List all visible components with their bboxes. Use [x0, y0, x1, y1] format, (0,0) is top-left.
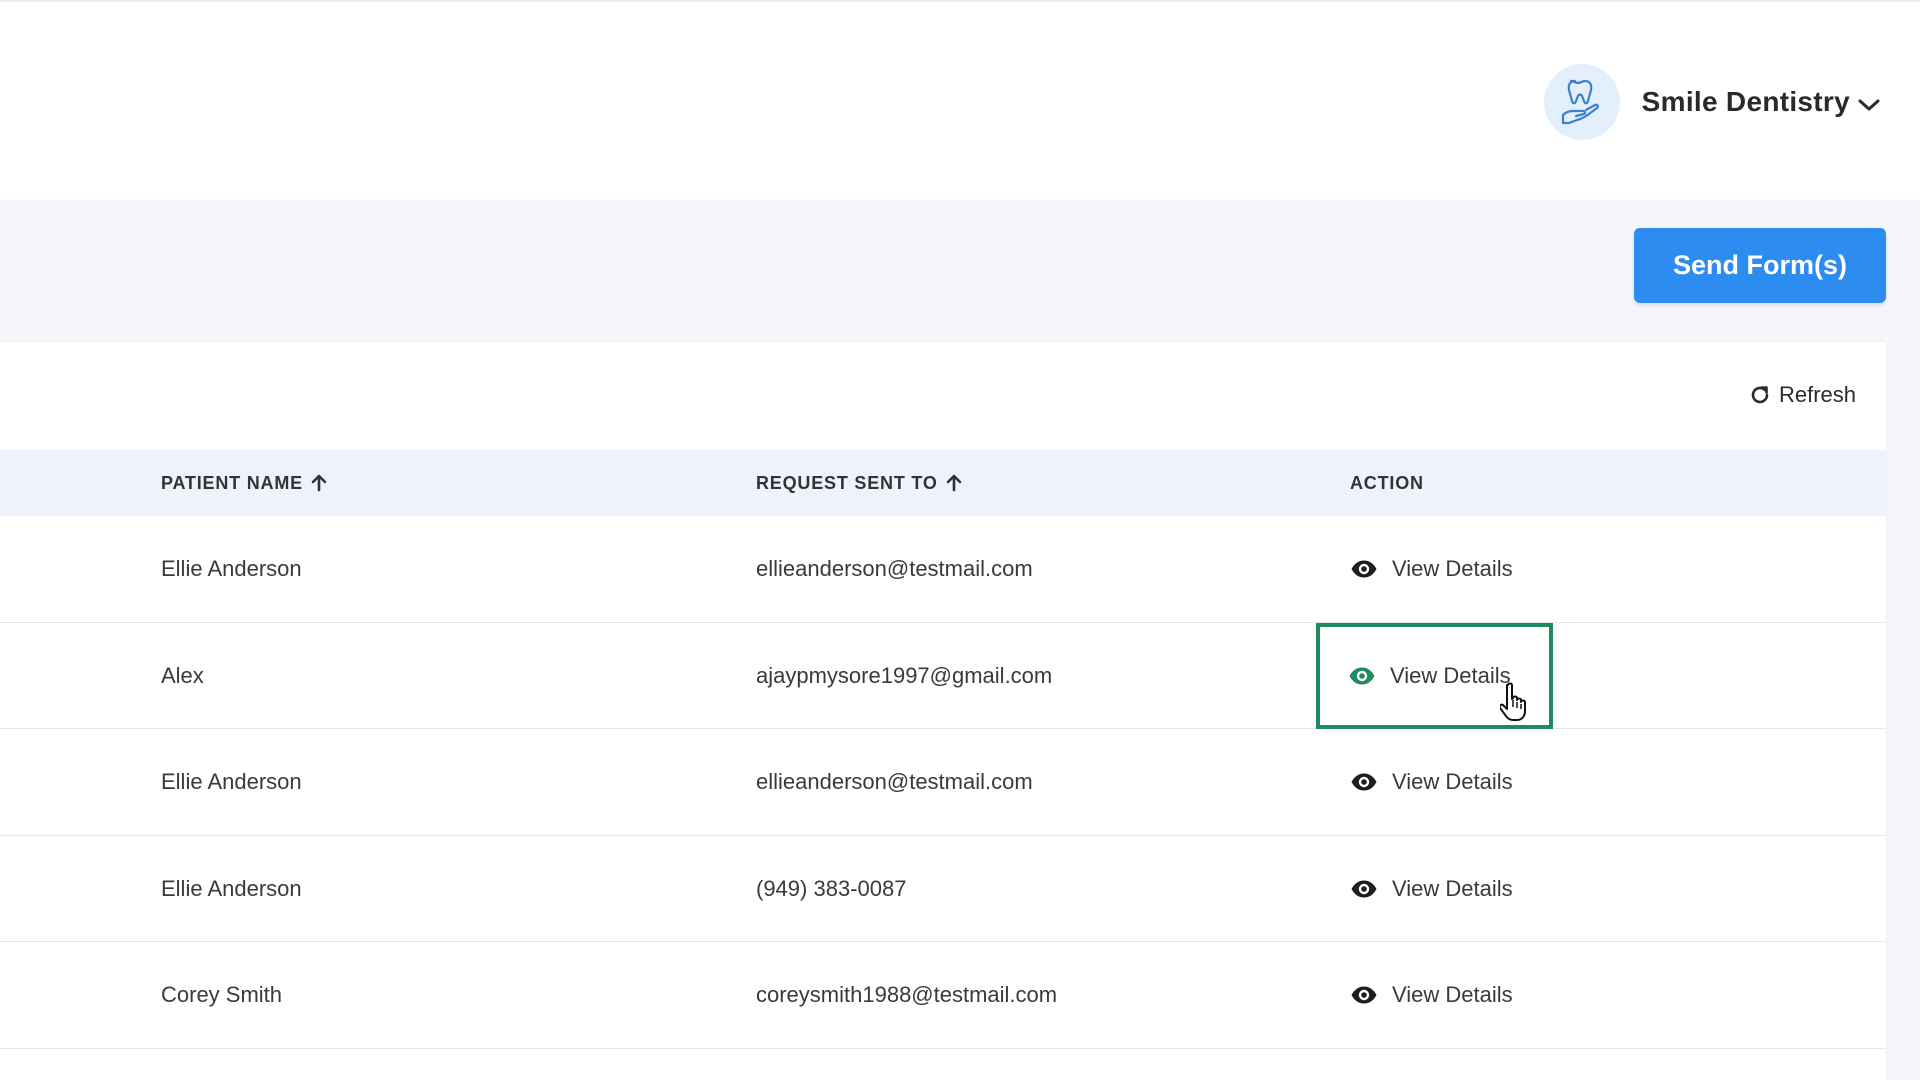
- view-details-label: View Details: [1390, 662, 1511, 688]
- action-cell: View Details: [1350, 942, 1513, 1048]
- table-row: Ellie Anderson ellieanderson@testmail.co…: [0, 729, 1886, 836]
- table-row: Ellie Anderson ellieanderson@testmail.co…: [0, 516, 1886, 623]
- patient-name-cell: Ellie Anderson: [161, 769, 302, 794]
- patient-name-cell: Ellie Anderson: [161, 556, 302, 581]
- view-details-button[interactable]: View Details: [1350, 556, 1513, 582]
- refresh-icon: [1751, 386, 1769, 404]
- brand-name: Smile Dentistry: [1641, 86, 1850, 117]
- forms-table-card: Refresh PATIENT NAME REQUEST SENT TO ACT…: [0, 342, 1886, 1080]
- tooth-in-hand-icon: [1543, 64, 1620, 140]
- column-header-request-sent-to[interactable]: REQUEST SENT TO: [756, 450, 962, 516]
- view-details-button[interactable]: View Details: [1350, 769, 1513, 795]
- sort-up-icon[interactable]: [311, 474, 327, 492]
- view-details-button[interactable]: View Details: [1350, 876, 1513, 902]
- eye-icon: [1351, 986, 1377, 1004]
- request-sent-to-cell: ellieanderson@testmail.com: [756, 556, 1033, 581]
- view-details-label: View Details: [1392, 769, 1513, 794]
- patient-name-cell: Ellie Anderson: [161, 875, 302, 901]
- table-row: Alex ajaypmysore1997@gmail.com View Deta…: [0, 622, 1886, 729]
- column-label: REQUEST SENT TO: [756, 472, 938, 493]
- table-row: Corey Smith coreysmith1988@testmail.com …: [0, 942, 1886, 1049]
- eye-icon: [1351, 560, 1377, 578]
- top-bar: Smile Dentistry: [0, 0, 1920, 200]
- table-header: PATIENT NAME REQUEST SENT TO ACTION: [0, 450, 1886, 516]
- refresh-button[interactable]: Refresh: [1749, 382, 1856, 408]
- account-switcher[interactable]: Smile Dentistry: [1543, 64, 1880, 140]
- patient-name-cell: Corey Smith: [161, 982, 283, 1007]
- send-forms-button[interactable]: Send Form(s): [1634, 228, 1886, 303]
- column-label: PATIENT NAME: [161, 472, 303, 493]
- view-details-button[interactable]: View Details: [1350, 982, 1513, 1008]
- action-bar: Send Form(s): [0, 200, 1920, 342]
- eye-icon: [1349, 667, 1375, 684]
- action-cell: View Details: [1350, 516, 1513, 622]
- view-details-label: View Details: [1392, 875, 1513, 901]
- request-sent-to-cell: (949) 383-0087: [756, 875, 907, 901]
- table-body: Ellie Anderson ellieanderson@testmail.co…: [0, 516, 1886, 1049]
- column-label: ACTION: [1350, 472, 1424, 493]
- view-details-label: View Details: [1392, 982, 1513, 1007]
- action-cell: View Details: [1350, 836, 1513, 942]
- column-header-action: ACTION: [1350, 450, 1424, 516]
- request-sent-to-cell: ajaypmysore1997@gmail.com: [756, 662, 1053, 688]
- patient-name-cell: Alex: [161, 662, 204, 688]
- chevron-down-icon: [1858, 99, 1880, 111]
- eye-icon: [1351, 773, 1377, 791]
- sort-up-icon[interactable]: [946, 474, 962, 492]
- view-details-label: View Details: [1392, 556, 1513, 581]
- refresh-label: Refresh: [1778, 382, 1856, 407]
- request-sent-to-cell: ellieanderson@testmail.com: [756, 769, 1033, 794]
- column-header-patient-name[interactable]: PATIENT NAME: [161, 450, 327, 516]
- request-sent-to-cell: coreysmith1988@testmail.com: [756, 982, 1058, 1007]
- action-cell: View Details: [1350, 729, 1513, 835]
- eye-icon: [1351, 880, 1377, 897]
- view-details-button[interactable]: View Details: [1316, 622, 1553, 729]
- action-cell: View Details: [1316, 622, 1553, 729]
- table-row: Ellie Anderson (949) 383-0087 View Detai…: [0, 836, 1886, 942]
